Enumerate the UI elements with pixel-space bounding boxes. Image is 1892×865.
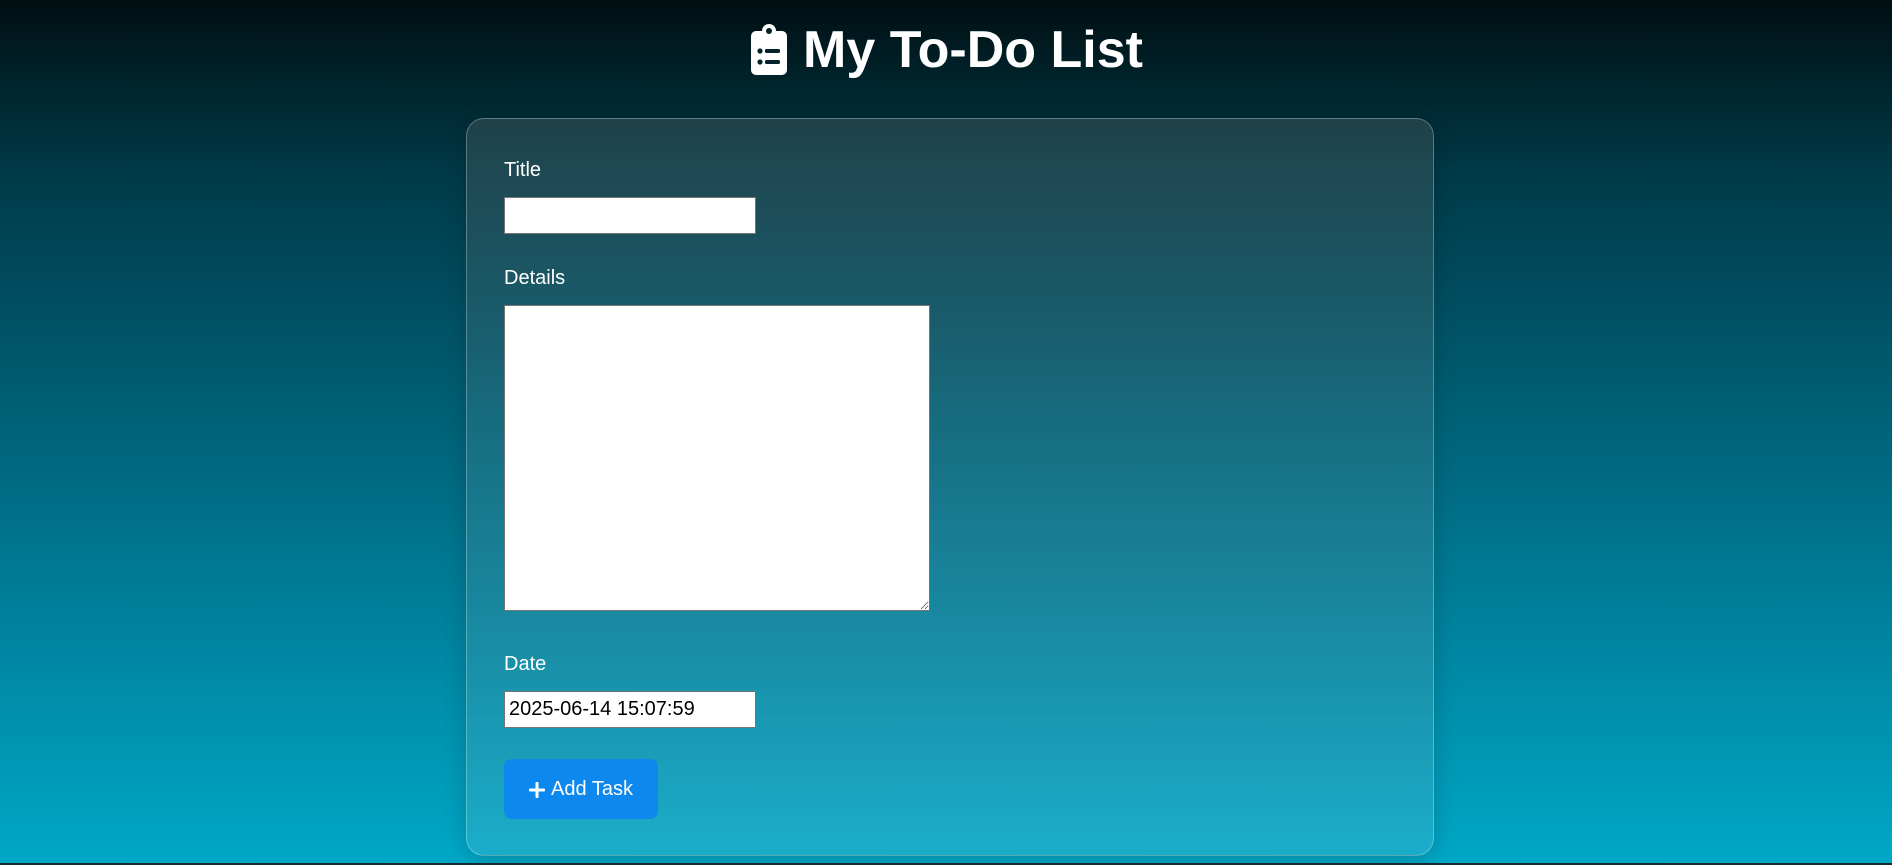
task-form-card: Title Details Date Add Task [466,118,1434,856]
title-label: Title [504,159,542,181]
add-task-button[interactable]: Add Task [504,759,658,819]
plus-icon [529,781,546,798]
date-input[interactable] [504,691,756,728]
clipboard-list-icon [749,23,789,77]
date-label: Date [504,653,547,675]
page-title: My To-Do List [803,21,1143,79]
details-textarea[interactable] [504,305,930,611]
page-header: My To-Do List [0,18,1892,82]
title-input[interactable] [504,197,756,234]
details-label: Details [504,267,566,289]
add-task-label: Add Task [551,777,633,800]
